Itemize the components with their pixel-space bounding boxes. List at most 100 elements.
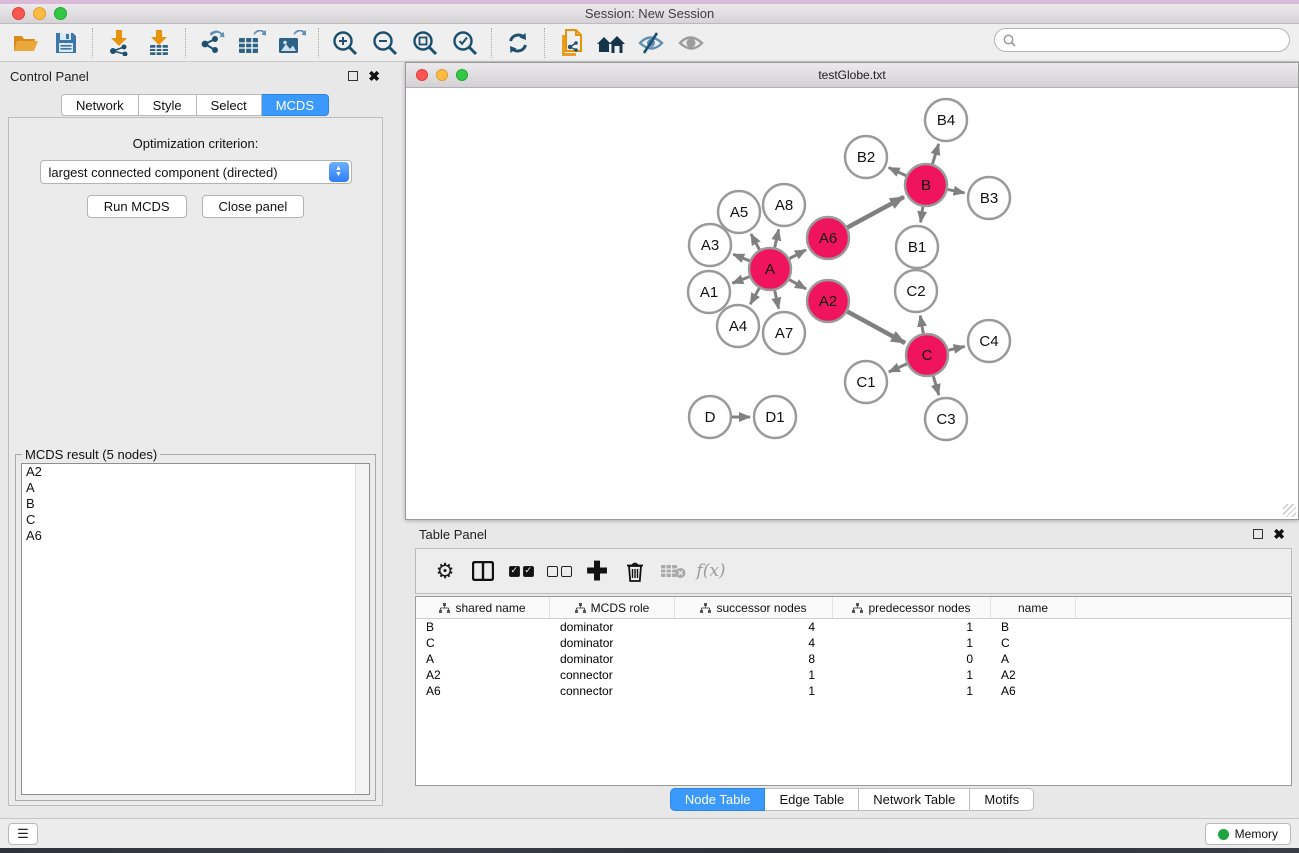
zoom-fit-icon[interactable] <box>405 26 445 60</box>
close-panel-icon[interactable]: ✖ <box>368 71 380 81</box>
node-C1[interactable]: C1 <box>845 361 887 403</box>
clone-network-icon[interactable] <box>551 26 591 60</box>
export-image-icon[interactable] <box>272 26 312 60</box>
table-row[interactable]: Cdominator41C <box>416 635 1291 651</box>
result-item[interactable]: B <box>22 496 369 512</box>
edge-B-B4[interactable] <box>932 144 938 164</box>
zoom-selected-icon[interactable] <box>445 26 485 60</box>
tab-network-table[interactable]: Network Table <box>859 788 970 811</box>
table-close-panel-icon[interactable]: ✖ <box>1273 529 1285 539</box>
node-D[interactable]: D <box>689 396 731 438</box>
import-table-icon[interactable] <box>139 26 179 60</box>
tab-motifs[interactable]: Motifs <box>970 788 1034 811</box>
edge-C-C1[interactable] <box>889 364 907 372</box>
delete-table-icon[interactable] <box>654 553 692 589</box>
network-graph[interactable]: B4B2BB3A8A5A6B1A3AA1C2A2A4A7C4CC1C3DD1 <box>406 88 1298 519</box>
node-A8[interactable]: A8 <box>763 184 805 226</box>
tab-edge-table[interactable]: Edge Table <box>765 788 859 811</box>
node-C[interactable]: C <box>906 334 948 376</box>
node-A3[interactable]: A3 <box>689 224 731 266</box>
network-canvas[interactable]: B4B2BB3A8A5A6B1A3AA1C2A2A4A7C4CC1C3DD1 <box>406 88 1298 519</box>
column-header-successor-nodes[interactable]: successor nodes <box>675 597 833 618</box>
network-minimize-button[interactable] <box>436 69 448 81</box>
zoom-out-icon[interactable] <box>365 26 405 60</box>
node-A[interactable]: A <box>749 248 791 290</box>
settings-gear-icon[interactable]: ⚙ <box>426 553 464 589</box>
table-row[interactable]: A2connector11A2 <box>416 667 1291 683</box>
edge-A-A7[interactable] <box>775 290 779 308</box>
node-B1[interactable]: B1 <box>896 226 938 268</box>
close-window-button[interactable] <box>12 7 25 20</box>
edge-C-C2[interactable] <box>920 316 923 334</box>
edge-B-B3[interactable] <box>948 189 965 193</box>
minimize-window-button[interactable] <box>33 7 46 20</box>
node-A4[interactable]: A4 <box>717 305 759 347</box>
delete-column-icon[interactable] <box>616 553 654 589</box>
open-file-icon[interactable] <box>6 26 46 60</box>
first-neighbors-icon[interactable] <box>591 26 631 60</box>
column-header-predecessor-nodes[interactable]: predecessor nodes <box>833 597 991 618</box>
export-network-icon[interactable] <box>192 26 232 60</box>
node-B2[interactable]: B2 <box>845 136 887 178</box>
column-header-name[interactable]: name <box>991 597 1076 618</box>
node-A7[interactable]: A7 <box>763 312 805 354</box>
search-box[interactable] <box>994 28 1290 52</box>
node-D1[interactable]: D1 <box>754 396 796 438</box>
show-all-icon[interactable] <box>671 26 711 60</box>
edge-B-B1[interactable] <box>921 207 923 222</box>
result-item[interactable]: A2 <box>22 464 369 480</box>
edge-A-A1[interactable] <box>732 277 749 283</box>
close-panel-button[interactable]: Close panel <box>202 195 305 218</box>
result-item[interactable]: A6 <box>22 528 369 544</box>
node-C4[interactable]: C4 <box>968 320 1010 362</box>
edge-A-A5[interactable] <box>751 234 760 250</box>
edge-C-C3[interactable] <box>933 376 939 395</box>
mcds-result-list[interactable]: A2ABCA6 <box>21 463 370 795</box>
node-B4[interactable]: B4 <box>925 99 967 141</box>
network-maximize-button[interactable] <box>456 69 468 81</box>
edge-A6-B[interactable] <box>847 197 904 228</box>
deselect-all-icon[interactable] <box>540 553 578 589</box>
add-column-icon[interactable]: ✚ <box>578 553 616 589</box>
resize-grip-icon[interactable] <box>1283 504 1296 517</box>
refresh-icon[interactable] <box>498 26 538 60</box>
edge-A-A3[interactable] <box>733 254 749 261</box>
column-header-MCDS-role[interactable]: MCDS role <box>550 597 675 618</box>
hide-selected-icon[interactable] <box>631 26 671 60</box>
export-table-icon[interactable] <box>232 26 272 60</box>
search-input[interactable] <box>1021 33 1281 47</box>
node-B3[interactable]: B3 <box>968 177 1010 219</box>
node-A6[interactable]: A6 <box>807 217 849 259</box>
edge-A-A6[interactable] <box>789 250 806 259</box>
table-row[interactable]: Bdominator41B <box>416 619 1291 635</box>
edge-A-A2[interactable] <box>789 280 806 289</box>
table-row[interactable]: A6connector11A6 <box>416 683 1291 699</box>
node-A1[interactable]: A1 <box>688 271 730 313</box>
node-C2[interactable]: C2 <box>895 270 937 312</box>
result-item[interactable]: A <box>22 480 369 496</box>
edge-A-A8[interactable] <box>775 229 779 247</box>
edge-C-C4[interactable] <box>948 347 964 351</box>
node-C3[interactable]: C3 <box>925 398 967 440</box>
node-A5[interactable]: A5 <box>718 191 760 233</box>
tab-select[interactable]: Select <box>197 94 262 116</box>
node-B[interactable]: B <box>905 164 947 206</box>
edge-B-B2[interactable] <box>889 168 906 176</box>
float-panel-icon[interactable] <box>348 71 358 81</box>
function-builder-icon[interactable]: f(x) <box>692 553 730 589</box>
task-history-icon[interactable]: ☰ <box>8 823 38 845</box>
table-row[interactable]: Adominator80A <box>416 651 1291 667</box>
edge-A-A4[interactable] <box>750 288 759 304</box>
maximize-window-button[interactable] <box>54 7 67 20</box>
import-network-icon[interactable] <box>99 26 139 60</box>
tab-mcds[interactable]: MCDS <box>262 94 329 116</box>
column-header-shared-name[interactable]: shared name <box>416 597 550 618</box>
table-float-panel-icon[interactable] <box>1253 529 1263 539</box>
edge-A2-C[interactable] <box>847 312 905 343</box>
tab-network[interactable]: Network <box>61 94 139 116</box>
zoom-in-icon[interactable] <box>325 26 365 60</box>
optimization-criterion-select[interactable]: largest connected component (directed) ▲… <box>40 160 352 184</box>
select-all-icon[interactable] <box>502 553 540 589</box>
memory-button[interactable]: Memory <box>1205 823 1291 845</box>
save-session-icon[interactable] <box>46 26 86 60</box>
